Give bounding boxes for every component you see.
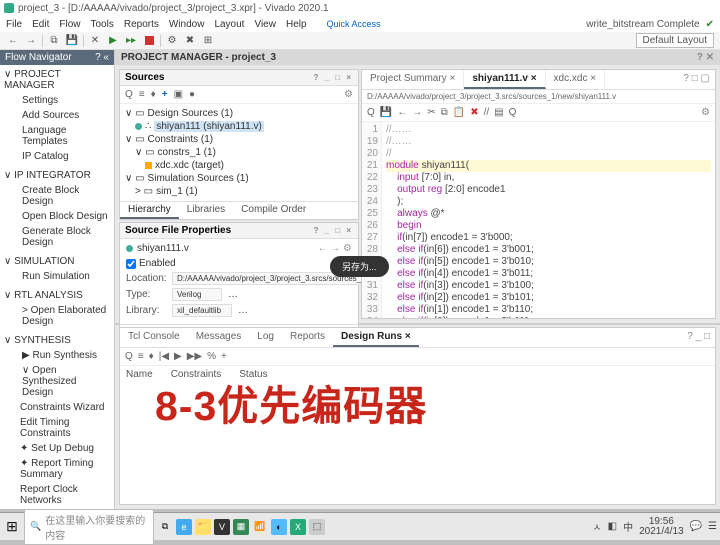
menu-layout[interactable]: Layout (214, 19, 244, 30)
nav-add-sources[interactable]: Add Sources (0, 108, 114, 123)
tab-libraries[interactable]: Libraries (179, 202, 233, 219)
nav-gen-bd[interactable]: Generate Block Design (0, 224, 114, 250)
cancel-icon[interactable]: ✖ (183, 34, 197, 48)
nav-open-bd[interactable]: Open Block Design (0, 209, 114, 224)
tab-log[interactable]: Log (249, 328, 282, 347)
nav-header: Flow Navigator ? « (0, 50, 114, 65)
menubar: File Edit Flow Tools Reports Window Layo… (0, 16, 720, 32)
dash-icon[interactable]: ⊞ (201, 34, 215, 48)
taskbar-search[interactable]: 🔍 在这里输入你要搜索的内容 (24, 509, 154, 545)
copy-icon[interactable]: ⧉ (47, 34, 61, 48)
step-icon[interactable]: ▸▸ (124, 34, 138, 48)
flow-navigator: Flow Navigator ? « ∨ PROJECT MANAGER Set… (0, 50, 115, 509)
nav-create-bd[interactable]: Create Block Design (0, 183, 114, 209)
notifications-icon[interactable]: 💬 (690, 521, 702, 532)
fwd-icon[interactable]: → (24, 34, 38, 48)
undo-icon[interactable]: ✕ (88, 34, 102, 48)
code-editor[interactable]: 1192021222324252627282930313233343536373… (362, 122, 715, 318)
nav-run-synth[interactable]: ▶ Run Synthesis (0, 348, 114, 363)
vivado-icon[interactable]: V (214, 519, 230, 535)
tab-xdc-file[interactable]: xdc.xdc × (546, 70, 606, 89)
app-icon-2[interactable]: ◐ (271, 519, 287, 535)
tab-messages[interactable]: Messages (188, 328, 250, 347)
nav-open-elab[interactable]: > Open Elaborated Design (0, 303, 114, 329)
nav-run-sim[interactable]: Run Simulation (0, 269, 114, 284)
tab-reports[interactable]: Reports (282, 328, 333, 347)
layout-selector[interactable]: Default Layout (636, 33, 715, 48)
nav-ip-catalog[interactable]: IP Catalog (0, 149, 114, 164)
pm-help-icon[interactable]: ? ✕ (697, 52, 714, 63)
ed-search-icon[interactable]: Q (367, 107, 375, 118)
tab-design-runs[interactable]: Design Runs × (333, 328, 419, 347)
pm-header: PROJECT MANAGER - project_3 ? ✕ (115, 50, 720, 65)
nav-open-synth[interactable]: ∨ Open Synthesized Design (0, 363, 114, 400)
menu-window[interactable]: Window (169, 19, 205, 30)
status-text: write_bitstream Complete (586, 19, 699, 30)
ed-gear-icon[interactable]: ⚙ (701, 107, 710, 118)
wifi-icon[interactable]: 📶 (252, 519, 268, 535)
ed-save-icon[interactable]: 💾 (380, 107, 392, 118)
toolbar: ← → ⧉ 💾 ✕ ▶ ▸▸ ⚙ ✖ ⊞ Default Layout (0, 32, 720, 50)
nav-constraints-wiz[interactable]: Constraints Wizard (0, 400, 114, 415)
overlay-title: 8-3优先编码器 (155, 372, 427, 432)
menu-edit[interactable]: Edit (32, 19, 49, 30)
nav-report-clocknet[interactable]: Report Clock Networks (0, 482, 114, 508)
menu-reports[interactable]: Reports (124, 19, 159, 30)
tab-tcl[interactable]: Tcl Console (120, 328, 188, 347)
collapse-icon[interactable]: ♦ (151, 89, 156, 100)
settings-icon[interactable]: ⚙ (165, 34, 179, 48)
menu-tools[interactable]: Tools (90, 19, 113, 30)
editor-pane: Project Summary × shiyan111.v × xdc.xdc … (361, 69, 716, 319)
window-title: project_3 - [D:/AAAAA/vivado/project_3/p… (18, 3, 329, 14)
nav-edit-timing[interactable]: Edit Timing Constraints (0, 415, 114, 441)
tab-hierarchy[interactable]: Hierarchy (120, 202, 179, 219)
back-icon[interactable]: ← (6, 34, 20, 48)
app-icon (4, 3, 14, 13)
titlebar: project_3 - [D:/AAAAA/vivado/project_3/p… (0, 0, 720, 16)
edge-icon[interactable]: e (176, 519, 192, 535)
prop-type[interactable]: Verilog (172, 288, 222, 301)
sources-pane: Sources? _ □ × Q ≡ ♦ + ▣● ⚙ ∨ ▭ Design S… (119, 69, 359, 220)
taskbar: ⊞ 🔍 在这里输入你要搜索的内容 ⧉ e 📁 V ▦ 📶 ◐ X ⬚ ㅅ◧中 1… (0, 512, 720, 540)
tab-compile-order[interactable]: Compile Order (233, 202, 314, 219)
start-button[interactable]: ⊞ (3, 518, 21, 536)
editor-path: D:/AAAAA/vivado/project_3/project_3.srcs… (362, 90, 715, 104)
app-icon-3[interactable]: ⬚ (309, 519, 325, 535)
nav-lang-templates[interactable]: Language Templates (0, 123, 114, 149)
gear-icon[interactable]: ⚙ (344, 89, 353, 100)
properties-pane: Source File Properties? _ □ × shiyan111.… (119, 222, 359, 343)
run-icon[interactable]: ▶ (106, 34, 120, 48)
nav-report-timing[interactable]: ✦ Report Timing Summary (0, 456, 114, 482)
tab-verilog-file[interactable]: shiyan111.v × (464, 70, 545, 89)
add-icon[interactable]: + (162, 89, 168, 100)
app-icon-1[interactable]: ▦ (233, 519, 249, 535)
menu-view[interactable]: View (254, 19, 276, 30)
quick-access[interactable]: Quick Access (327, 19, 381, 29)
save-icon[interactable]: 💾 (65, 34, 79, 48)
stop-icon[interactable] (142, 34, 156, 48)
tooltip: 另存为... (330, 256, 389, 277)
task-view-icon[interactable]: ⧉ (157, 519, 173, 535)
menu-flow[interactable]: Flow (59, 19, 80, 30)
search-icon[interactable]: Q (125, 89, 133, 100)
prop-library[interactable]: xil_defaultlib (172, 304, 232, 317)
folder-icon[interactable]: 📁 (195, 519, 211, 535)
tab-proj-summary[interactable]: Project Summary × (362, 70, 464, 89)
nav-collapse-icon[interactable]: ? « (95, 52, 109, 63)
ed-cut-icon[interactable]: ✂ (427, 107, 435, 118)
menu-help[interactable]: Help (286, 19, 307, 30)
nav-setup-debug[interactable]: ✦ Set Up Debug (0, 441, 114, 456)
excel-icon[interactable]: X (290, 519, 306, 535)
prop-filename: shiyan111.v (137, 243, 189, 254)
nav-settings[interactable]: Settings (0, 93, 114, 108)
enabled-checkbox[interactable] (126, 259, 136, 269)
menu-file[interactable]: File (6, 19, 22, 30)
expand-icon[interactable]: ≡ (139, 89, 145, 100)
